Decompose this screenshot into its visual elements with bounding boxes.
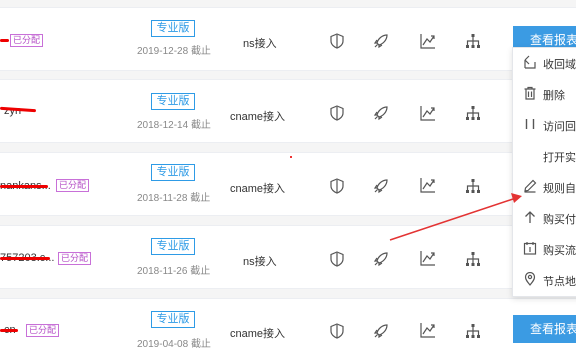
menu-item-purchase-traffic[interactable]: 购买流量	[513, 234, 576, 264]
menu-item-purchase-paid[interactable]: 购买付费	[513, 203, 576, 233]
edition-badge: 专业版	[151, 311, 195, 328]
line-chart-icon[interactable]	[420, 105, 436, 121]
expiry-date: 2018-11-26 截止	[137, 266, 211, 277]
assigned-tag: 已分配	[10, 34, 44, 47]
sitemap-icon[interactable]	[465, 105, 481, 121]
expiry-date: 2019-04-08 截止	[137, 339, 211, 350]
menu-item-origin-access[interactable]: 访问回源	[513, 110, 576, 140]
origin-icon	[523, 117, 537, 131]
reclaim-icon	[523, 55, 537, 69]
sitemap-icon[interactable]	[465, 323, 481, 339]
table-row: 已分配 专业版 2019-12-28 截止 ns接入 查看报表	[0, 7, 576, 71]
assigned-tag: 已分配	[58, 252, 92, 265]
shield-icon[interactable]	[329, 33, 345, 49]
edition-badge: 专业版	[151, 93, 195, 110]
line-chart-icon[interactable]	[420, 250, 436, 266]
upload-icon	[523, 210, 537, 224]
menu-item-reclaim-domain[interactable]: 收回域名	[513, 48, 576, 78]
menu-item-custom-rules[interactable]: 规则自定	[513, 172, 576, 202]
edition-badge: 专业版	[151, 164, 195, 181]
rocket-icon[interactable]	[373, 251, 389, 267]
rocket-icon[interactable]	[373, 33, 389, 49]
assigned-tag: 已分配	[56, 179, 90, 192]
map-pin-icon	[523, 272, 537, 286]
domain-list: 已分配 专业版 2019-12-28 截止 ns接入 查看报表 zyn 专业版 …	[0, 0, 576, 356]
annotation-dot	[290, 156, 292, 158]
expiry-date: 2018-11-28 截止	[137, 193, 211, 204]
access-type: cname接入	[230, 111, 286, 123]
menu-item-node-map[interactable]: 节点地图	[513, 265, 576, 295]
sitemap-icon[interactable]	[465, 33, 481, 49]
more-actions-menu: 收回域名 删除 访问回源 打开实时 规则自定 购买付费 购买流量 节点地图	[512, 47, 576, 297]
shield-icon[interactable]	[329, 178, 345, 194]
table-row: zyn 专业版 2018-12-14 截止 cname接入	[0, 79, 576, 143]
sitemap-icon[interactable]	[465, 178, 481, 194]
redaction-mark	[0, 185, 48, 188]
rocket-icon[interactable]	[373, 105, 389, 121]
line-chart-icon[interactable]	[420, 33, 436, 49]
sitemap-icon[interactable]	[465, 251, 481, 267]
line-chart-icon[interactable]	[420, 177, 436, 193]
table-row: 757203.c... 已分配 专业版 2018-11-26 截止 ns接入	[0, 225, 576, 289]
menu-item-open-realtime[interactable]: 打开实时	[513, 141, 576, 171]
view-report-button[interactable]: 查看报表	[513, 315, 576, 343]
redaction-mark	[0, 39, 9, 42]
access-type: cname接入	[230, 328, 286, 340]
access-type: ns接入	[243, 256, 277, 268]
expiry-date: 2018-12-14 截止	[137, 120, 211, 131]
trash-icon	[523, 86, 537, 100]
redaction-mark	[0, 329, 18, 332]
rocket-icon[interactable]	[373, 178, 389, 194]
edition-badge: 专业版	[151, 238, 195, 255]
assigned-tag: 已分配	[26, 324, 60, 337]
shield-icon[interactable]	[329, 323, 345, 339]
redaction-mark	[0, 257, 50, 260]
rocket-icon[interactable]	[373, 323, 389, 339]
calendar-icon	[523, 241, 537, 255]
access-type: ns接入	[243, 38, 277, 50]
table-row: cn 已分配 专业版 2019-04-08 截止 cname接入 查看报表	[0, 298, 576, 356]
table-row: nankans... 已分配 专业版 2018-11-28 截止 cname接入	[0, 152, 576, 216]
shield-icon[interactable]	[329, 251, 345, 267]
edition-badge: 专业版	[151, 20, 195, 37]
menu-item-delete[interactable]: 删除	[513, 79, 576, 109]
line-chart-icon[interactable]	[420, 322, 436, 338]
expiry-date: 2019-12-28 截止	[137, 46, 211, 57]
access-type: cname接入	[230, 183, 286, 195]
shield-icon[interactable]	[329, 105, 345, 121]
pencil-icon	[523, 179, 537, 193]
